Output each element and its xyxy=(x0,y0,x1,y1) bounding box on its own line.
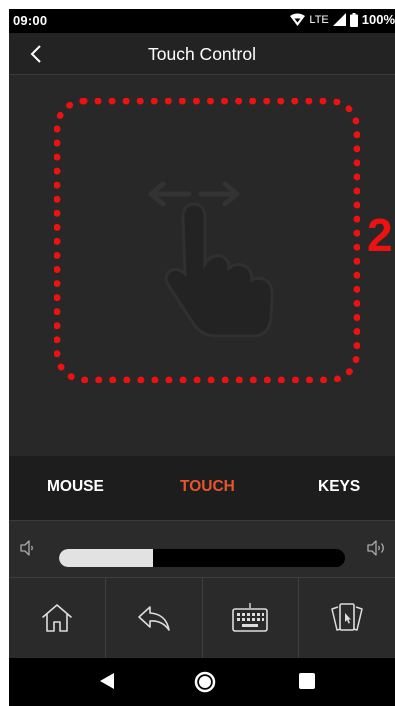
nav-home-icon[interactable] xyxy=(194,671,216,693)
network-type: LTE xyxy=(309,13,329,26)
callout-number: 2 xyxy=(367,209,393,261)
keyboard-button[interactable] xyxy=(203,578,300,658)
nav-recents-icon[interactable] xyxy=(297,671,317,691)
wifi-icon xyxy=(290,13,306,26)
app-screen: 09:00 LTE 100% Touch Control 2 MOUSE TOU… xyxy=(9,9,395,706)
swipe-horizontal-icon xyxy=(148,181,274,338)
volume-control xyxy=(9,520,395,577)
status-time: 09:00 xyxy=(13,13,48,28)
app-switch-icon xyxy=(331,603,363,631)
battery-icon xyxy=(349,12,358,27)
volume-up-icon[interactable] xyxy=(366,538,390,558)
volume-slider[interactable] xyxy=(59,549,345,567)
app-switch-button[interactable] xyxy=(299,578,395,658)
home-icon xyxy=(42,604,72,632)
tab-touch[interactable]: TOUCH xyxy=(180,478,235,496)
touchpad-area[interactable]: 2 xyxy=(9,76,395,456)
system-nav-bar xyxy=(9,658,395,706)
tab-keys[interactable]: KEYS xyxy=(318,478,360,496)
app-header: Touch Control xyxy=(9,33,395,75)
mode-tabs: MOUSE TOUCH KEYS xyxy=(9,456,395,520)
return-icon xyxy=(137,606,170,631)
volume-down-icon[interactable] xyxy=(19,538,35,558)
bottom-toolbar xyxy=(9,577,395,658)
page-title: Touch Control xyxy=(148,44,256,64)
status-icons: LTE 100% xyxy=(290,12,395,27)
signal-icon xyxy=(332,13,346,26)
status-bar: 09:00 LTE 100% xyxy=(9,9,395,33)
volume-slider-fill xyxy=(59,549,154,567)
home-button[interactable] xyxy=(9,578,106,658)
nav-back-icon[interactable] xyxy=(98,671,116,691)
keyboard-icon xyxy=(232,603,269,632)
tab-mouse[interactable]: MOUSE xyxy=(47,478,104,496)
return-button[interactable] xyxy=(106,578,203,658)
battery-percent: 100% xyxy=(361,12,395,27)
